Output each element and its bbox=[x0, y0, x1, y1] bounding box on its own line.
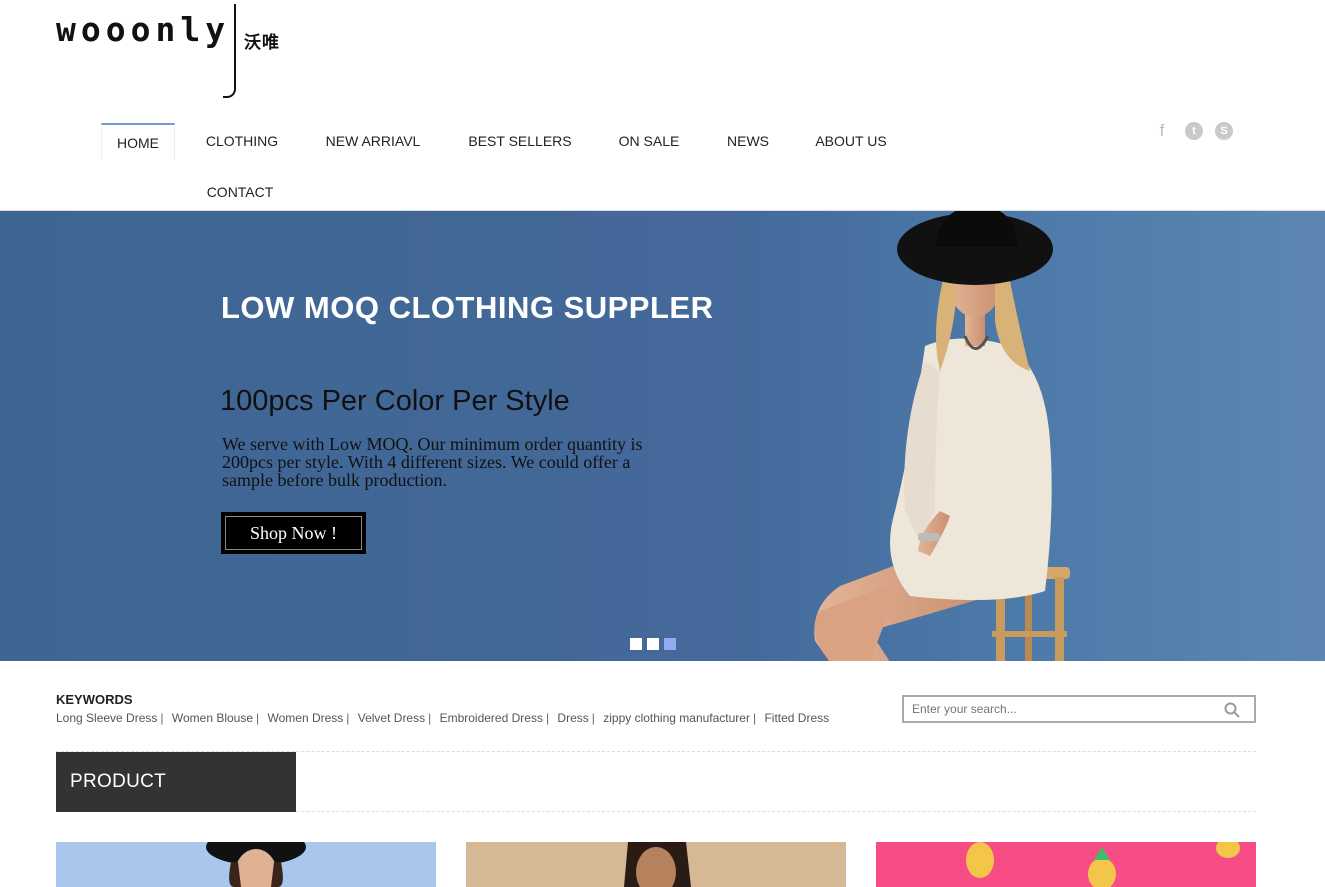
keywords-list: Long Sleeve Dress | Women Blouse | Women D… bbox=[56, 711, 830, 725]
keywords-title: KEYWORDS bbox=[56, 692, 133, 707]
nav-news[interactable]: NEWS bbox=[711, 123, 785, 160]
model-photo bbox=[814, 211, 1070, 661]
nav-new-arrival[interactable]: NEW ARRIAVL bbox=[309, 123, 437, 160]
keyword-link[interactable]: Embroidered Dress bbox=[440, 711, 543, 725]
keyword-link[interactable]: Women Dress bbox=[267, 711, 343, 725]
logo-hook-flourish bbox=[223, 4, 236, 98]
social-links: f t S bbox=[1156, 122, 1236, 142]
category-thumbnail[interactable] bbox=[466, 842, 846, 887]
product-categories-title: PRODUCT CATEGORIES bbox=[56, 752, 296, 852]
site-logo[interactable]: wooonly 沃唯 bbox=[56, 0, 306, 100]
twitter-icon[interactable]: t bbox=[1185, 122, 1203, 140]
search-input[interactable] bbox=[912, 700, 1212, 718]
keyword-link[interactable]: Fitted Dress bbox=[764, 711, 829, 725]
category-image bbox=[206, 842, 306, 887]
logo-chinese-name: 沃唯 bbox=[244, 33, 280, 52]
slider-dot-2[interactable] bbox=[647, 638, 659, 650]
hero-banner: LOW MOQ CLOTHING SUPPLER 100pcs Per Colo… bbox=[0, 210, 1325, 661]
logo-wordmark: wooonly bbox=[56, 10, 231, 49]
category-image bbox=[966, 842, 1240, 887]
nav-about-us[interactable]: ABOUT US bbox=[801, 123, 901, 160]
skype-icon[interactable]: S bbox=[1215, 122, 1233, 140]
shop-now-button[interactable]: Shop Now ! bbox=[221, 512, 366, 554]
nav-on-sale[interactable]: ON SALE bbox=[603, 123, 695, 160]
nav-clothing[interactable]: CLOTHING bbox=[190, 123, 294, 160]
keyword-link[interactable]: Long Sleeve Dress bbox=[56, 711, 157, 725]
keyword-link[interactable]: Women Blouse bbox=[172, 711, 253, 725]
category-image bbox=[624, 842, 691, 887]
nav-best-sellers[interactable]: BEST SELLERS bbox=[453, 123, 587, 160]
facebook-icon[interactable]: f bbox=[1156, 122, 1168, 140]
shop-now-label: Shop Now ! bbox=[225, 516, 362, 550]
nav-home[interactable]: HOME bbox=[101, 123, 175, 160]
nav-contact[interactable]: CONTACT bbox=[190, 174, 290, 211]
banner-description: We serve with Low MOQ. Our minimum order… bbox=[222, 434, 643, 490]
keyword-link[interactable]: zippy clothing manufacturer bbox=[603, 711, 750, 725]
search-box bbox=[902, 695, 1256, 723]
keyword-link[interactable]: Velvet Dress bbox=[358, 711, 425, 725]
keyword-link[interactable]: Dress bbox=[557, 711, 588, 725]
banner-subheadline: 100pcs Per Color Per Style bbox=[220, 385, 570, 417]
slider-dot-1[interactable] bbox=[630, 638, 642, 650]
category-thumbnail[interactable] bbox=[56, 842, 436, 887]
search-icon[interactable] bbox=[1224, 702, 1240, 718]
category-thumbnail[interactable] bbox=[876, 842, 1256, 887]
slider-dot-3[interactable] bbox=[664, 638, 676, 650]
banner-headline: LOW MOQ CLOTHING SUPPLER bbox=[221, 290, 714, 325]
